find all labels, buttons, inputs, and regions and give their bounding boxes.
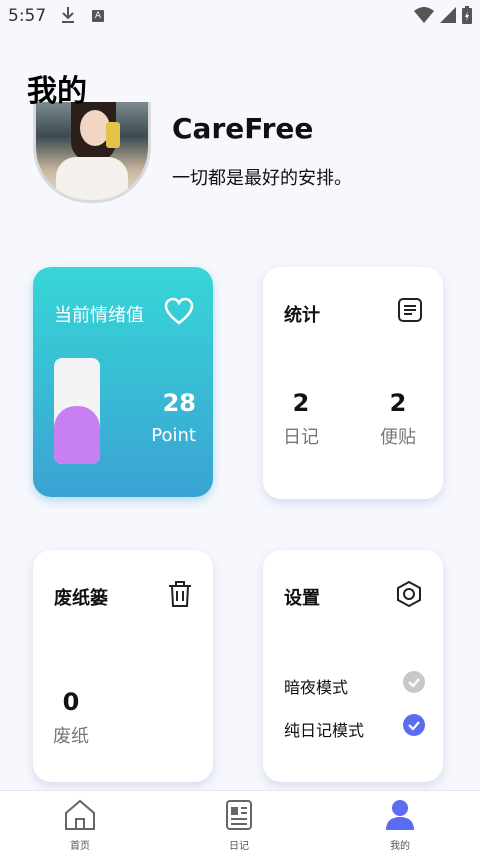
nav-home[interactable]: 首页 [40,799,120,852]
dark-mode-toggle[interactable] [403,671,425,693]
avatar[interactable] [33,102,151,203]
mood-value: 28 [162,389,196,417]
user-motto: 一切都是最好的安排。 [172,168,352,189]
status-time: 5:57 [8,6,47,26]
settings-hexagon-icon [395,580,423,612]
battery-icon [462,6,472,28]
bottom-nav: 首页 日记 我的 [0,790,480,854]
download-icon [60,6,76,28]
trash-card[interactable]: 废纸篓 0 废纸 [33,550,213,782]
trash-title: 废纸篓 [54,588,108,609]
document-icon [397,297,423,327]
trash-icon [167,580,193,612]
username: CareFree [172,112,314,145]
mood-level-fill [54,405,100,464]
newspaper-icon [225,800,253,835]
home-icon [63,799,97,835]
dark-mode-label: 暗夜模式 [284,678,349,697]
status-bar: 5:57 A [0,0,480,34]
stats-notes-label: 便贴 [380,427,416,448]
stats-diary-label: 日记 [283,427,319,448]
stats-diary: 2 日记 [271,389,331,449]
nav-diary[interactable]: 日记 [199,799,279,852]
mood-card[interactable]: 当前情绪值 28 Point [33,267,213,497]
stats-diary-count: 2 [292,389,310,417]
mood-unit: Point [151,425,196,446]
stats-notes: 2 便贴 [368,389,428,449]
page-title: 我的 [27,74,87,109]
nav-home-label: 首页 [70,841,90,852]
stats-notes-count: 2 [389,389,407,417]
mood-level-bar [54,358,100,464]
trash-label: 废纸 [53,726,89,747]
user-icon [385,800,415,835]
signal-icon [440,7,456,27]
a-badge-icon: A [92,10,104,22]
stats-title: 统计 [284,305,320,326]
settings-title: 设置 [284,588,320,609]
wifi-icon [414,7,434,27]
mood-label: 当前情绪值 [54,305,144,326]
diary-mode-label: 纯日记模式 [284,721,365,740]
trash-count: 0 [62,688,80,716]
diary-mode-toggle[interactable] [403,714,425,736]
nav-mine-label: 我的 [390,841,410,852]
heart-icon [164,297,194,329]
settings-card[interactable]: 设置 暗夜模式 纯日记模式 [263,550,443,782]
nav-diary-label: 日记 [229,841,249,852]
stats-card[interactable]: 统计 2 日记 2 便贴 [263,267,443,499]
nav-mine[interactable]: 我的 [360,799,440,852]
